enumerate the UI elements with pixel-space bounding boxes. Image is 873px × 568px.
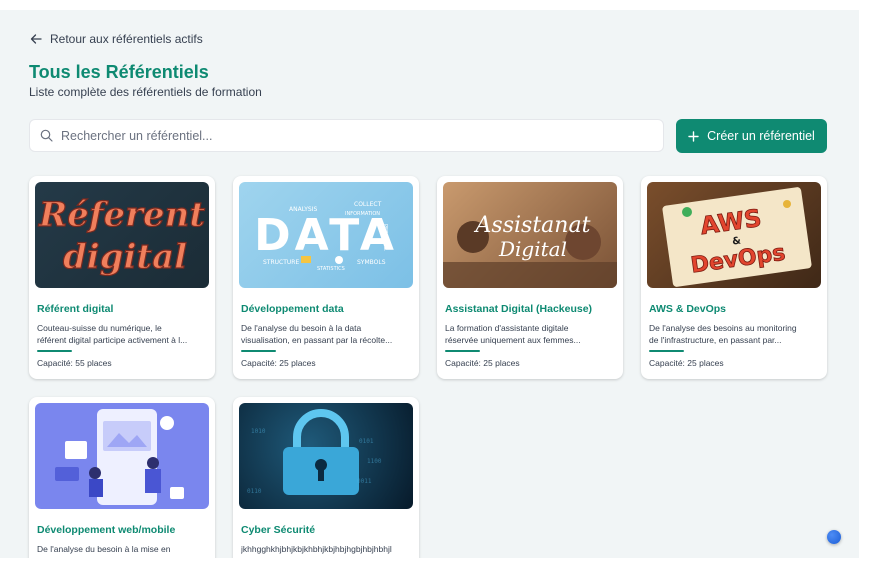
back-link[interactable]: Retour aux référentiels actifs [30,32,203,46]
search-icon [40,129,53,142]
plus-icon [688,130,699,142]
create-referentiel-button[interactable]: Créer un référentiel [676,119,827,153]
card-capacity: Capacité: 25 places [649,358,724,368]
card-description: De l'analyse du besoin à la data visuali… [241,323,393,345]
main-content: Retour aux référentiels actifs Tous les … [0,10,859,558]
create-button-label: Créer un référentiel [707,129,815,143]
svg-text:Réferent: Réferent [38,195,205,235]
card-title: Développement data [241,303,344,315]
card-image: 0101 1100 0011 1010 0110 [239,403,413,509]
data-word-statistics: STATISTICS [317,266,345,272]
referentiel-card[interactable]: DATA ANALYSIS COLLECT INFORMATION PERSON… [233,176,419,379]
floating-indicator[interactable] [827,530,841,544]
data-word-personal: PERSONAL [382,224,388,251]
card-capacity: Capacité: 25 places [241,358,316,368]
card-divider [445,350,480,352]
card-image: DATA ANALYSIS COLLECT INFORMATION PERSON… [239,182,413,288]
svg-text:1100: 1100 [367,458,382,465]
card-description: La formation d'assistante digitale réser… [445,323,581,345]
card-divider [241,350,276,352]
card-capacity: Capacité: 25 places [445,358,520,368]
card-image: AWS & DevOps [647,182,821,288]
referentiel-card[interactable]: Développement web/mobile De l'analyse du… [29,397,215,558]
card-title: Développement web/mobile [37,524,176,536]
data-word-information: INFORMATION [345,211,380,217]
svg-text:Digital: Digital [498,237,567,261]
referentiel-card[interactable]: Réferent digital Référent digital Coutea… [29,176,215,379]
card-image [35,403,209,509]
referentiel-card[interactable]: 0101 1100 0011 1010 0110 Cyber Sécurité … [233,397,419,558]
data-word-collect: COLLECT [354,201,382,208]
svg-text:0110: 0110 [247,488,262,495]
data-word-structure: STRUCTURE [263,259,299,266]
card-image: Assistanat Digital [443,182,617,288]
card-description: De l'analyse du besoin à la mise en [37,544,171,554]
top-bar [0,0,873,10]
svg-text:Assistanat: Assistanat [474,213,591,238]
svg-text:0101: 0101 [359,438,374,445]
svg-text:1010: 1010 [251,428,266,435]
search-input[interactable] [61,128,621,143]
page-title: Tous les Référentiels [29,62,209,82]
card-divider [37,350,72,352]
back-link-label: Retour aux référentiels actifs [50,32,203,46]
card-capacity: Capacité: 55 places [37,358,112,368]
card-title: Assistanat Digital (Hackeuse) [445,303,593,315]
svg-text:DATA: DATA [254,210,398,261]
card-title: Référent digital [37,303,114,315]
card-description: De l'analyse des besoins au monitoring d… [649,323,797,345]
svg-text:digital: digital [63,237,187,277]
card-title: Cyber Sécurité [241,524,316,536]
referentiel-card[interactable]: AWS & DevOps AWS & DevOps De l'analyse d… [641,176,827,379]
data-word-analysis: ANALYSIS [289,206,317,213]
svg-text:0011: 0011 [357,478,372,485]
search-bar[interactable] [29,119,664,152]
card-divider [649,350,684,352]
data-word-symbols: SYMBOLS [357,259,386,266]
card-description: Couteau-suisse du numérique, le référent… [37,323,188,345]
card-description: jkhhgghkhjbhjkbjkhbhjkbjhbjhgbjhbjhbhjl [241,544,392,554]
page-subtitle: Liste complète des référentiels de forma… [29,85,262,99]
card-title: AWS & DevOps [649,303,727,315]
card-image: Réferent digital [35,182,209,288]
arrow-left-icon [30,34,42,44]
referentiel-card[interactable]: Assistanat Digital Assistanat Digital (H… [437,176,623,379]
